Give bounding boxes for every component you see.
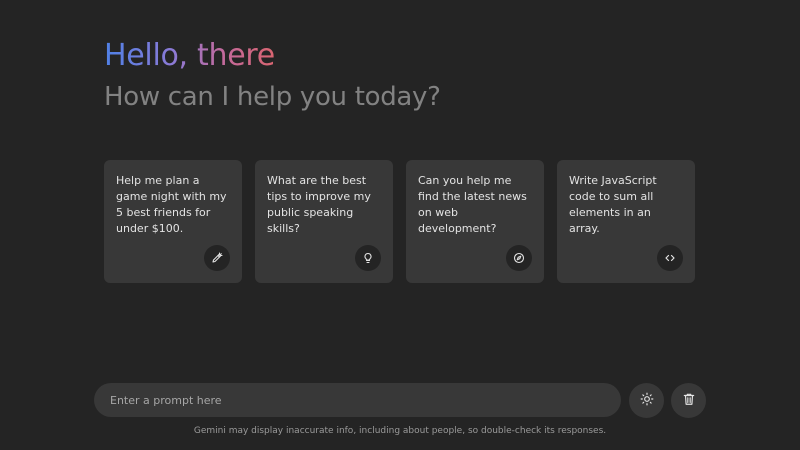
disclaimer-text: Gemini may display inaccurate info, incl… xyxy=(193,426,607,436)
sun-icon xyxy=(640,391,654,410)
suggestion-text: Help me plan a game night with my 5 best… xyxy=(116,174,227,235)
suggestion-text: Can you help me find the latest news on … xyxy=(418,174,527,235)
lightbulb-icon xyxy=(355,245,381,271)
app-root: Hello, there How can I help you today? H… xyxy=(0,0,800,450)
theme-toggle-button[interactable] xyxy=(629,383,664,418)
suggestion-text: Write JavaScript code to sum all element… xyxy=(569,174,657,235)
trash-icon xyxy=(682,391,696,410)
compass-icon xyxy=(506,245,532,271)
greeting-title: Hello, there xyxy=(104,36,275,76)
suggestion-card-javascript[interactable]: Write JavaScript code to sum all element… xyxy=(557,160,695,283)
suggestion-text: What are the best tips to improve my pub… xyxy=(267,174,371,235)
suggestion-card-web-news[interactable]: Can you help me find the latest news on … xyxy=(406,160,544,283)
suggestion-list: Help me plan a game night with my 5 best… xyxy=(104,160,695,283)
prompt-bar xyxy=(94,383,621,417)
pencil-icon xyxy=(204,245,230,271)
suggestion-card-game-night[interactable]: Help me plan a game night with my 5 best… xyxy=(104,160,242,283)
code-icon xyxy=(657,245,683,271)
suggestion-card-public-speaking[interactable]: What are the best tips to improve my pub… xyxy=(255,160,393,283)
delete-chat-button[interactable] xyxy=(671,383,706,418)
welcome-header: Hello, there How can I help you today? xyxy=(104,36,441,116)
greeting-subtitle: How can I help you today? xyxy=(104,82,441,112)
prompt-input[interactable] xyxy=(108,392,607,408)
